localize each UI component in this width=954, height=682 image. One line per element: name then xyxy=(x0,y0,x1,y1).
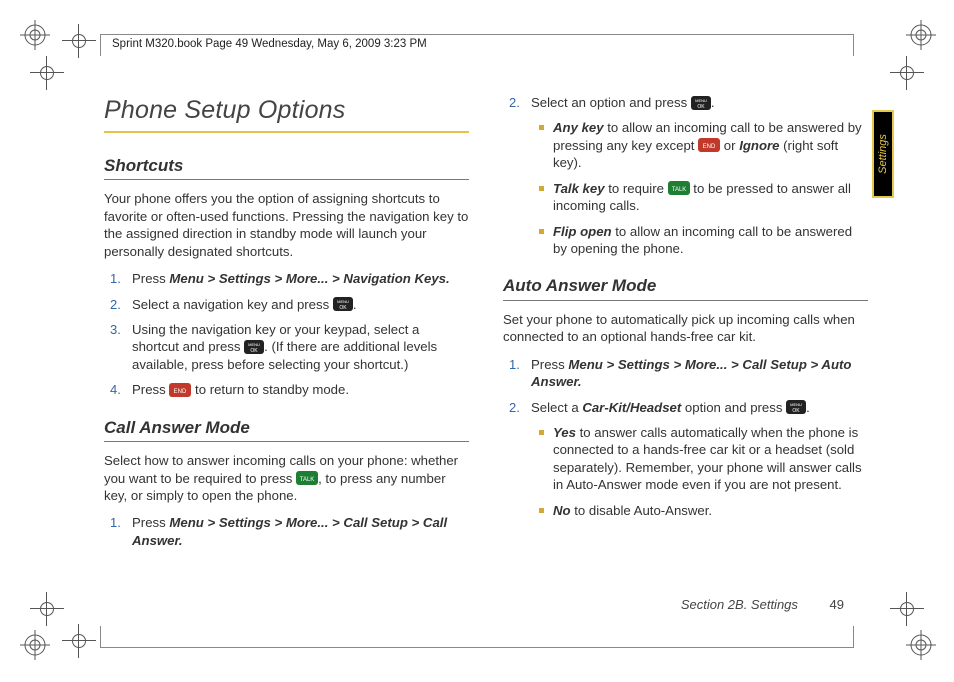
registration-mark-icon xyxy=(906,630,936,660)
svg-text:MENU: MENU xyxy=(695,98,707,103)
step-1-a: Press xyxy=(132,271,169,286)
step-4-b: to return to standby mode. xyxy=(191,382,349,397)
cam-step-1-path: Menu > Settings > More... > Call Setup >… xyxy=(132,515,447,547)
opt-talk-label: Talk key xyxy=(553,181,605,196)
cam-step-1: 1. Press Menu > Settings > More... > Cal… xyxy=(104,514,469,549)
opt-yes-a: to answer calls automatically when the p… xyxy=(553,425,862,492)
footer-frame xyxy=(100,626,854,648)
page-footer: Section 2B. Settings 49 xyxy=(681,597,844,612)
opt-any-key: Any key to allow an incoming call to be … xyxy=(531,119,868,171)
shortcuts-steps: 1. Press Menu > Settings > More... > Nav… xyxy=(104,270,469,399)
svg-text:TALK: TALK xyxy=(671,187,686,193)
menu-ok-key-icon: MENUOK xyxy=(333,297,353,311)
side-tab-settings: Settings xyxy=(872,110,894,198)
footer-section: Section 2B. Settings xyxy=(681,597,798,612)
crop-mark-icon xyxy=(890,592,924,626)
opt-flip-label: Flip open xyxy=(553,224,612,239)
right-column: 2. Select an option and press MENUOK. An… xyxy=(503,94,868,592)
svg-text:OK: OK xyxy=(697,104,705,110)
opt-any-label: Any key xyxy=(553,120,604,135)
cam-step-1-a: Press xyxy=(132,515,169,530)
cam-step-2: 2. Select an option and press MENUOK. An… xyxy=(503,94,868,257)
title-rule xyxy=(104,131,469,133)
svg-text:OK: OK xyxy=(251,348,259,354)
step-4-a: Press xyxy=(132,382,169,397)
opt-yes: Yes to answer calls automatically when t… xyxy=(531,424,868,494)
page-body: Phone Setup Options Shortcuts Your phone… xyxy=(104,94,868,592)
step-3: 3. Using the navigation key or your keyp… xyxy=(104,321,469,373)
aam-options: Yes to answer calls automatically when t… xyxy=(531,424,868,519)
step-1: 1. Press Menu > Settings > More... > Nav… xyxy=(104,270,469,287)
opt-yes-label: Yes xyxy=(553,425,576,440)
opt-any-ignore: Ignore xyxy=(739,138,779,153)
aam-step-2-carkit: Car-Kit/Headset xyxy=(582,400,681,415)
left-column: Phone Setup Options Shortcuts Your phone… xyxy=(104,94,469,592)
step-2: 2. Select a navigation key and press MEN… xyxy=(104,296,469,313)
aam-step-2-c: . xyxy=(806,400,810,415)
crop-mark-icon xyxy=(890,56,924,90)
aam-step-2-a: Select a xyxy=(531,400,582,415)
svg-text:OK: OK xyxy=(339,305,347,311)
step-2-a: Select a navigation key and press xyxy=(132,297,333,312)
aam-paragraph: Set your phone to automatically pick up … xyxy=(503,311,868,346)
menu-ok-key-icon: MENUOK xyxy=(786,400,806,414)
cam-step-2-a: Select an option and press xyxy=(531,95,691,110)
opt-no-label: No xyxy=(553,503,571,518)
svg-text:END: END xyxy=(703,144,716,150)
svg-text:MENU: MENU xyxy=(337,299,349,304)
svg-text:TALK: TALK xyxy=(300,477,315,483)
opt-talk-key: Talk key to require TALK to be pressed t… xyxy=(531,180,868,215)
heading-shortcuts: Shortcuts xyxy=(104,155,469,180)
cam-options: Any key to allow an incoming call to be … xyxy=(531,119,868,257)
svg-text:MENU: MENU xyxy=(248,342,260,347)
aam-steps: 1. Press Menu > Settings > More... > Cal… xyxy=(503,356,868,519)
talk-key-icon: TALK xyxy=(668,181,690,195)
opt-flip-open: Flip open to allow an incoming call to b… xyxy=(531,223,868,258)
header-stamp: Sprint M320.book Page 49 Wednesday, May … xyxy=(112,38,427,50)
opt-no-a: to disable Auto-Answer. xyxy=(571,503,712,518)
page-title: Phone Setup Options xyxy=(104,94,469,127)
footer-page-number: 49 xyxy=(830,597,844,612)
registration-mark-icon xyxy=(20,630,50,660)
registration-mark-icon xyxy=(20,20,50,50)
cam-steps: 1. Press Menu > Settings > More... > Cal… xyxy=(104,514,469,549)
svg-text:MENU: MENU xyxy=(790,402,802,407)
aam-step-1: 1. Press Menu > Settings > More... > Cal… xyxy=(503,356,868,391)
menu-ok-key-icon: MENUOK xyxy=(244,340,264,354)
cam-paragraph: Select how to answer incoming calls on y… xyxy=(104,452,469,504)
crop-mark-icon xyxy=(62,24,96,58)
crop-mark-icon xyxy=(30,56,64,90)
opt-no: No to disable Auto-Answer. xyxy=(531,502,868,519)
side-tab-label: Settings xyxy=(877,134,889,174)
step-2-b: . xyxy=(353,297,357,312)
aam-step-1-a: Press xyxy=(531,357,568,372)
crop-mark-icon xyxy=(62,624,96,658)
aam-step-2: 2. Select a Car-Kit/Headset option and p… xyxy=(503,399,868,520)
menu-ok-key-icon: MENUOK xyxy=(691,96,711,110)
crop-mark-icon xyxy=(30,592,64,626)
end-key-icon: END xyxy=(169,383,191,397)
svg-text:OK: OK xyxy=(792,408,800,414)
registration-mark-icon xyxy=(906,20,936,50)
aam-step-1-path: Menu > Settings > More... > Call Setup >… xyxy=(531,357,851,389)
opt-talk-a: to require xyxy=(605,181,668,196)
heading-call-answer-mode: Call Answer Mode xyxy=(104,417,469,442)
svg-text:END: END xyxy=(174,389,187,395)
cam-steps-cont: 2. Select an option and press MENUOK. An… xyxy=(503,94,868,257)
heading-auto-answer-mode: Auto Answer Mode xyxy=(503,275,868,300)
end-key-icon: END xyxy=(698,138,720,152)
step-1-path: Menu > Settings > More... > Navigation K… xyxy=(169,271,449,286)
opt-any-b: or xyxy=(720,138,739,153)
aam-step-2-b: option and press xyxy=(681,400,786,415)
talk-key-icon: TALK xyxy=(296,471,318,485)
shortcuts-paragraph: Your phone offers you the option of assi… xyxy=(104,190,469,260)
cam-step-2-b: . xyxy=(711,95,715,110)
step-4: 4. Press END to return to standby mode. xyxy=(104,381,469,398)
